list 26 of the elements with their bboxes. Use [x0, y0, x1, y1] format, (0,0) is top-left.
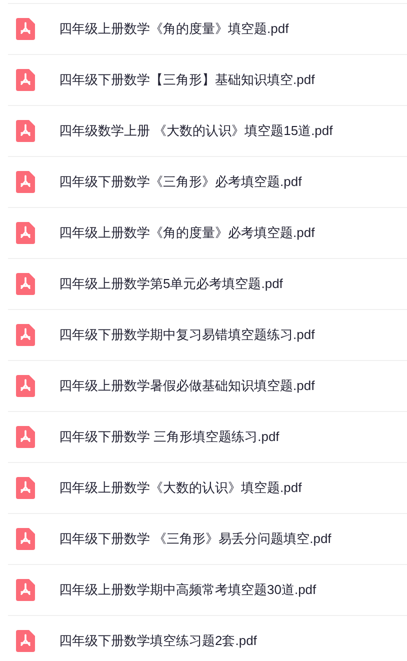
pdf-file-icon	[16, 273, 35, 295]
file-name-link[interactable]: 四年级上册数学《大数的认识》填空题.pdf	[59, 478, 302, 498]
pdf-file-icon	[16, 630, 35, 652]
file-name-link[interactable]: 四年级上册数学暑假必做基础知识填空题.pdf	[59, 376, 315, 396]
pdf-file-icon	[16, 18, 35, 40]
file-name-link[interactable]: 四年级下册数学《三角形》必考填空题.pdf	[59, 172, 302, 192]
pdf-file-icon	[16, 324, 35, 346]
pdf-file-icon	[16, 375, 35, 397]
file-name-link[interactable]: 四年级下册数学 三角形填空题练习.pdf	[59, 427, 280, 447]
file-name-link[interactable]: 四年级下册数学【三角形】基础知识填空.pdf	[59, 70, 315, 90]
pdf-file-icon	[16, 69, 35, 91]
file-name-link[interactable]: 四年级下册数学 《三角形》易丢分问题填空.pdf	[59, 529, 332, 549]
file-name-link[interactable]: 四年级下册数学填空练习题2套.pdf	[59, 631, 257, 651]
file-name-link[interactable]: 四年级上册数学第5单元必考填空题.pdf	[59, 274, 283, 294]
file-name-link[interactable]: 四年级上册数学《角的度量》填空题.pdf	[59, 19, 289, 39]
file-name-link[interactable]: 四年级下册数学期中复习易错填空题练习.pdf	[59, 325, 315, 345]
pdf-file-icon	[16, 528, 35, 550]
pdf-file-icon	[16, 579, 35, 601]
pdf-file-icon	[16, 222, 35, 244]
file-name-link[interactable]: 四年级上册数学《角的度量》必考填空题.pdf	[59, 223, 315, 243]
pdf-file-icon	[16, 426, 35, 448]
pdf-file-icon	[16, 120, 35, 142]
file-name-link[interactable]: 四年级数学上册 《大数的认识》填空题15道.pdf	[59, 121, 333, 141]
pdf-file-icon	[16, 477, 35, 499]
pdf-file-icon	[16, 171, 35, 193]
file-name-link[interactable]: 四年级上册数学期中高频常考填空题30道.pdf	[59, 580, 316, 600]
